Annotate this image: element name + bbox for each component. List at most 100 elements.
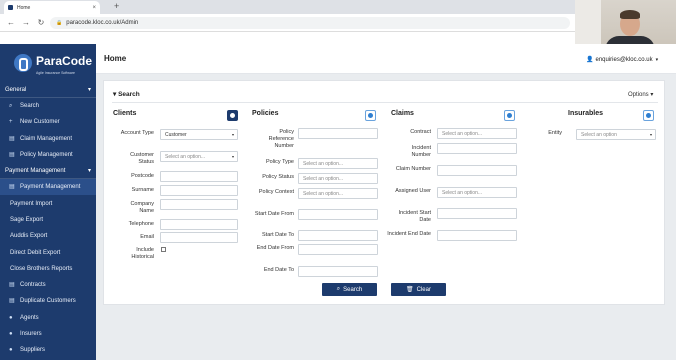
- sidebar-item-search[interactable]: ⌕ Search: [0, 98, 96, 114]
- sidebar-item-auddis-export[interactable]: Auddis Export: [0, 228, 96, 244]
- webcam-person-hair: [620, 10, 640, 19]
- policy-type-select[interactable]: Select an option...: [298, 158, 378, 169]
- lock-icon: 🔒: [56, 20, 63, 26]
- end-date-from-input[interactable]: [298, 244, 378, 255]
- user-menu[interactable]: 👤 enquiries@kloc.co.uk ▾: [586, 56, 658, 64]
- customer-status-label: Customer Status: [130, 152, 154, 165]
- clear-button[interactable]: 🗑 Clear: [391, 283, 446, 296]
- document-icon: ▤: [9, 135, 15, 142]
- include-historical-label: Include Historical: [131, 247, 154, 260]
- sidebar-section-payment-management[interactable]: Payment Management ▾: [0, 163, 96, 180]
- incident-number-label: Incident Number: [411, 145, 431, 158]
- options-dropdown[interactable]: Options ▾: [628, 91, 653, 98]
- insurables-toggle-checkbox[interactable]: [643, 110, 654, 121]
- sidebar-item-label: Suppliers: [20, 347, 46, 354]
- account-type-value: Customer: [165, 131, 187, 138]
- search-button-label: Search: [343, 286, 363, 293]
- postcode-input[interactable]: [160, 171, 238, 182]
- sidebar-item-payment-management[interactable]: ▤ Payment Management: [0, 179, 96, 196]
- sidebar-item-label: Policy Management: [20, 152, 73, 159]
- sidebar-item-label: New Customer: [20, 119, 60, 126]
- logo[interactable]: ParaCode Agile Insurance Software: [0, 44, 96, 82]
- customer-status-select[interactable]: Select an option... ▾: [160, 151, 238, 162]
- sidebar-section-general[interactable]: General ▾: [0, 82, 96, 98]
- sidebar-item-suppliers[interactable]: ● Suppliers: [0, 342, 96, 358]
- divider: [112, 102, 658, 103]
- email-label: Email: [140, 234, 154, 240]
- assigned-user-label: Assigned User: [395, 188, 431, 194]
- sidebar-item-claim-management[interactable]: ▤ Claim Management: [0, 131, 96, 147]
- policy-reference-label: Policy Reference Number: [268, 129, 294, 149]
- url-field[interactable]: 🔒 paracode.kloc.co.uk/Admin: [50, 17, 570, 29]
- forward-icon[interactable]: →: [22, 18, 30, 27]
- insurables-title: Insurables: [568, 110, 604, 117]
- sidebar-item-sage-export[interactable]: Sage Export: [0, 212, 96, 228]
- page-header: Home 👤 enquiries@kloc.co.uk ▾: [96, 44, 676, 74]
- end-date-to-input[interactable]: [298, 266, 378, 277]
- sidebar-item-label: Sage Export: [10, 216, 44, 223]
- include-historical-checkbox[interactable]: [161, 247, 166, 252]
- sidebar-item-label: Contracts: [20, 282, 46, 289]
- tab-close-icon[interactable]: ×: [92, 5, 96, 11]
- entity-select[interactable]: Select an option ▾: [576, 129, 656, 140]
- account-type-select[interactable]: Customer ▾: [160, 129, 238, 140]
- policies-toggle-checkbox[interactable]: [365, 110, 376, 121]
- policies-title: Policies: [252, 110, 279, 117]
- clients-toggle-checkbox[interactable]: [227, 110, 238, 121]
- sidebar-item-insurers[interactable]: ● Insurers: [0, 326, 96, 342]
- paracode-logo-icon: [14, 54, 32, 72]
- sidebar-item-new-customer[interactable]: + New Customer: [0, 114, 96, 130]
- customer-status-placeholder: Select an option...: [165, 153, 206, 160]
- sidebar-item-label: Agents: [20, 314, 39, 321]
- incident-number-input[interactable]: [437, 143, 517, 154]
- telephone-input[interactable]: [160, 219, 238, 230]
- back-icon[interactable]: ←: [7, 18, 15, 27]
- sidebar-item-policy-management[interactable]: ▤ Policy Management: [0, 147, 96, 163]
- add-user-icon: +: [9, 119, 13, 126]
- sidebar-item-label: Claim Management: [20, 135, 73, 142]
- sidebar-item-close-brothers-reports[interactable]: Close Brothers Reports: [0, 261, 96, 277]
- policy-context-select[interactable]: Select an option...: [298, 188, 378, 199]
- sidebar-section-label: Payment Management: [5, 167, 66, 174]
- contract-select[interactable]: Select an option...: [437, 128, 517, 139]
- search-heading: Search: [118, 91, 140, 98]
- clients-title: Clients: [113, 110, 137, 117]
- search-panel-toggle[interactable]: ▾ Search: [113, 90, 140, 98]
- surname-input[interactable]: [160, 185, 238, 196]
- sidebar-item-duplicate-customers[interactable]: ▤ Duplicate Customers: [0, 293, 96, 309]
- policy-status-select[interactable]: Select an option...: [298, 173, 378, 184]
- search-button[interactable]: ⌕ Search: [322, 283, 377, 296]
- company-name-input[interactable]: [160, 199, 238, 210]
- assigned-user-select[interactable]: Select an option...: [437, 187, 517, 198]
- policy-context-placeholder: Select an option...: [303, 190, 344, 197]
- reload-icon[interactable]: ↻: [37, 18, 45, 27]
- check-icon: [646, 113, 651, 118]
- contract-label: Contract: [410, 129, 431, 135]
- sidebar-item-contracts[interactable]: ▤ Contracts: [0, 277, 96, 293]
- sidebar-item-agents[interactable]: ● Agents: [0, 310, 96, 326]
- start-date-to-input[interactable]: [298, 230, 378, 241]
- check-icon: [368, 113, 373, 118]
- user-email: enquiries@kloc.co.uk: [595, 56, 653, 63]
- incident-start-date-input[interactable]: [437, 208, 517, 219]
- claims-toggle-checkbox[interactable]: [504, 110, 515, 121]
- tab-title: Home: [17, 4, 31, 11]
- email-input[interactable]: [160, 232, 238, 243]
- surname-label: Surname: [131, 187, 154, 193]
- incident-end-date-label: Incident End Date: [387, 231, 431, 237]
- sidebar-item-payment-import[interactable]: Payment Import: [0, 195, 96, 211]
- claim-number-input[interactable]: [437, 165, 517, 176]
- browser-tab[interactable]: Home ×: [4, 1, 100, 14]
- policy-type-placeholder: Select an option...: [303, 160, 344, 167]
- incident-end-date-input[interactable]: [437, 230, 517, 241]
- search-icon: ⌕: [9, 103, 13, 110]
- chevron-down-icon: ▾: [649, 132, 652, 137]
- start-date-from-input[interactable]: [298, 209, 378, 220]
- contract-placeholder: Select an option...: [442, 130, 483, 137]
- sidebar-item-direct-debit-export[interactable]: Direct Debit Export: [0, 244, 96, 260]
- policy-reference-input[interactable]: [298, 128, 378, 139]
- new-tab-button[interactable]: +: [114, 1, 119, 11]
- policy-type-label: Policy Type: [265, 159, 294, 165]
- user-icon: 👤: [586, 57, 594, 63]
- claims-title: Claims: [391, 110, 414, 117]
